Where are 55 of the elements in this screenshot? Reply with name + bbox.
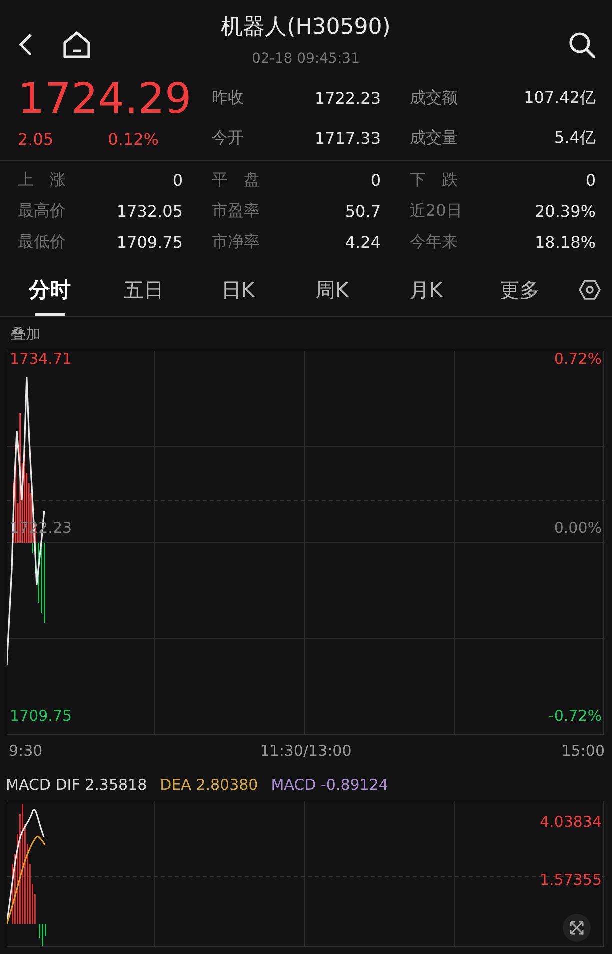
macd-axis-label: 4.03834 xyxy=(540,813,602,831)
field-value: 1722.23 xyxy=(314,88,381,108)
stat-value: 18.18% xyxy=(534,233,596,252)
update-time: 02-18 09:45:31 xyxy=(252,51,360,67)
overlay-label: 叠加 xyxy=(11,324,41,344)
stat-label: 上 涨 xyxy=(18,170,66,191)
chart-tab[interactable]: 周K xyxy=(285,264,379,316)
macd-axis-label: 1.57355 xyxy=(540,871,602,889)
time-axis-label: 9:30 xyxy=(9,742,43,760)
field-value: 1717.33 xyxy=(314,128,381,148)
percent-axis-label: -0.72% xyxy=(548,707,602,725)
price-axis-label: 1709.75 xyxy=(10,707,72,725)
stat-value: 0 xyxy=(172,171,183,190)
stat-label: 平 盘 xyxy=(212,170,260,191)
page-title: 机器人(H30590) xyxy=(221,14,391,42)
back-button[interactable] xyxy=(18,33,34,57)
stat-value: 0 xyxy=(370,171,381,190)
stat-value: 4.24 xyxy=(345,233,381,252)
stat-label: 近20日 xyxy=(410,201,462,222)
stat-label: 最高价 xyxy=(18,201,66,222)
home-button[interactable] xyxy=(62,31,92,59)
field-label: 成交额 xyxy=(410,88,458,108)
field-value: 107.42亿 xyxy=(524,88,596,108)
stat-value: 1732.05 xyxy=(116,202,183,221)
field-label: 昨收 xyxy=(212,88,244,108)
expand-button[interactable] xyxy=(563,914,591,942)
stat-label: 市净率 xyxy=(212,232,260,253)
macd-legend: DEA 2.80380 xyxy=(160,776,258,794)
stat-value: 0 xyxy=(586,171,596,190)
chart-tab[interactable]: 五日 xyxy=(97,264,191,316)
time-axis-label: 11:30/13:00 xyxy=(260,742,352,760)
stat-label: 下 跌 xyxy=(410,170,458,191)
chart-tab[interactable]: 更多 xyxy=(473,264,567,316)
price-change: 2.05 xyxy=(18,130,54,148)
macd-legend: MACD -0.89124 xyxy=(271,776,388,794)
percent-axis-label: 0.72% xyxy=(554,351,602,368)
index-price: 1724.29 xyxy=(18,78,192,120)
time-axis-label: 15:00 xyxy=(562,742,605,760)
field-label: 成交量 xyxy=(410,128,458,148)
chart-tab[interactable]: 日K xyxy=(191,264,285,316)
settings-icon xyxy=(579,279,601,301)
stat-value: 20.39% xyxy=(534,202,596,221)
chart-tab[interactable]: 月K xyxy=(379,264,473,316)
stat-label: 市盈率 xyxy=(212,201,260,222)
stat-label: 最低价 xyxy=(18,232,66,253)
search-button[interactable] xyxy=(568,31,596,59)
change-percent: 0.12% xyxy=(108,130,159,148)
stat-value: 50.7 xyxy=(345,202,381,221)
macd-legend: MACD DIF 2.35818 xyxy=(6,776,148,794)
price-axis-label: 1734.71 xyxy=(10,351,72,368)
percent-axis-label: 0.00% xyxy=(554,519,602,537)
field-value: 5.4亿 xyxy=(554,128,596,148)
field-label: 今开 xyxy=(212,128,244,148)
stat-label: 今年来 xyxy=(410,232,458,253)
stat-value: 1709.75 xyxy=(116,233,183,252)
